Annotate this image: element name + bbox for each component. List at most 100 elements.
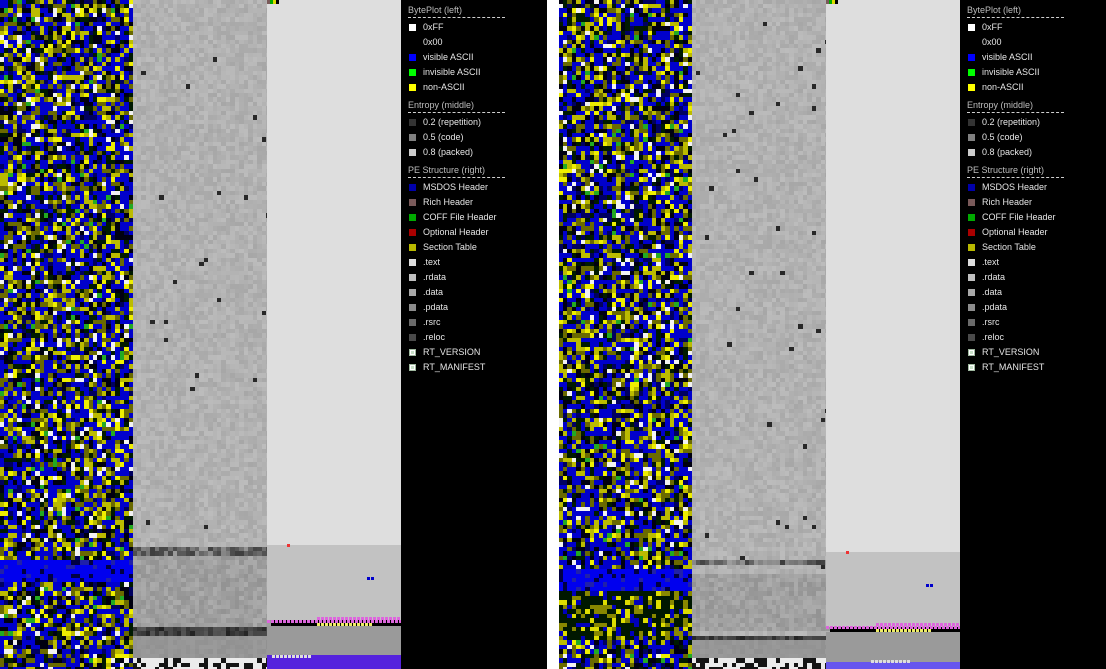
legend-label: RT_VERSION: [982, 347, 1040, 357]
legend-item: MSDOS Header: [402, 180, 547, 195]
legend-label: .text: [423, 257, 441, 267]
legend-label: RT_VERSION: [423, 347, 481, 357]
legend-item: COFF File Header: [402, 210, 547, 225]
legend-label: .data: [423, 287, 444, 297]
legend-section-title: PE Structure (right): [408, 165, 486, 175]
legend-item: 0.5 (code): [961, 130, 1106, 145]
binary-visualization-canvas: [0, 0, 401, 669]
legend-label: 0.2 (repetition): [982, 117, 1041, 127]
legend-label: .rsrc: [423, 317, 441, 327]
legend-label: COFF File Header: [423, 212, 497, 222]
legend-item: Section Table: [402, 240, 547, 255]
legend-swatch-icon: [409, 39, 416, 46]
legend-item: RT_VERSION: [402, 345, 547, 360]
legend-item: 0xFF: [961, 20, 1106, 35]
legend-swatch-icon: [968, 334, 975, 341]
legend-swatch-icon: [968, 69, 975, 76]
legend-label: COFF File Header: [982, 212, 1056, 222]
legend-label: visible ASCII: [982, 52, 1033, 62]
legend: BytePlot (left) 0xFF 0x00 visible ASCII invi…: [402, 0, 547, 669]
legend-item: .pdata: [961, 300, 1106, 315]
legend-label: Rich Header: [982, 197, 1033, 207]
legend-item: 0.2 (repetition): [961, 115, 1106, 130]
legend-swatch-icon: [409, 199, 416, 206]
legend-label: 0.5 (code): [423, 132, 464, 142]
legend-item: 0x00: [402, 35, 547, 50]
legend-label: RT_MANIFEST: [423, 362, 486, 372]
legend-item: .rdata: [961, 270, 1106, 285]
legend-item: visible ASCII: [961, 50, 1106, 65]
legend-item: 0x00: [961, 35, 1106, 50]
legend-swatch-icon: [409, 54, 416, 61]
legend-swatch-icon: [968, 84, 975, 91]
legend-label: .pdata: [423, 302, 449, 312]
legend-section-title: PE Structure (right): [967, 165, 1045, 175]
legend-swatch-icon: [968, 274, 975, 281]
legend-item: 0.8 (packed): [402, 145, 547, 160]
legend-item: .rdata: [402, 270, 547, 285]
legend-label: 0x00: [423, 37, 443, 47]
legend-label: Optional Header: [982, 227, 1048, 237]
legend-label: visible ASCII: [423, 52, 474, 62]
legend-section-title: BytePlot (left): [967, 5, 1022, 15]
legend-label: Section Table: [982, 242, 1036, 252]
legend-item: .rsrc: [402, 315, 547, 330]
legend-item: RT_MANIFEST: [402, 360, 547, 375]
visualization-panel-a: BytePlot (left) 0xFF 0x00 visible ASCII invi…: [0, 0, 547, 669]
legend-item: .reloc: [961, 330, 1106, 345]
legend-item: RT_VERSION: [961, 345, 1106, 360]
legend-label: non-ASCII: [423, 82, 465, 92]
legend-divider: [408, 112, 505, 113]
legend-label: .reloc: [423, 332, 446, 342]
legend-swatch-icon: [409, 319, 416, 326]
legend-label: .text: [982, 257, 1000, 267]
legend: BytePlot (left) 0xFF 0x00 visible ASCII invi…: [961, 0, 1106, 669]
legend-item: invisible ASCII: [402, 65, 547, 80]
legend-swatch-icon: [409, 24, 416, 31]
legend-swatch-icon: [968, 304, 975, 311]
legend-label: 0.5 (code): [982, 132, 1023, 142]
legend-swatch-icon: [409, 259, 416, 266]
legend-label: invisible ASCII: [982, 67, 1040, 77]
legend-item: Rich Header: [402, 195, 547, 210]
legend-swatch-icon: [968, 259, 975, 266]
legend-item: invisible ASCII: [961, 65, 1106, 80]
legend-section-title: BytePlot (left): [408, 5, 463, 15]
legend-label: non-ASCII: [982, 82, 1024, 92]
legend-label: 0.8 (packed): [423, 147, 474, 157]
legend-item: 0.5 (code): [402, 130, 547, 145]
legend-label: .reloc: [982, 332, 1005, 342]
legend-label: 0xFF: [982, 22, 1003, 32]
legend-item: Optional Header: [402, 225, 547, 240]
legend-swatch-icon: [968, 119, 975, 126]
legend-item: non-ASCII: [402, 80, 547, 95]
legend-swatch-icon: [968, 54, 975, 61]
legend-item: Optional Header: [961, 225, 1106, 240]
legend-item: 0.8 (packed): [961, 145, 1106, 160]
legend-item: .reloc: [402, 330, 547, 345]
legend-swatch-icon: [409, 304, 416, 311]
legend-swatch-icon: [409, 134, 416, 141]
legend-swatch-icon: [968, 289, 975, 296]
legend-item: .data: [402, 285, 547, 300]
legend-label: .rsrc: [982, 317, 1000, 327]
legend-item: .rsrc: [961, 315, 1106, 330]
legend-swatch-icon: [968, 24, 975, 31]
legend-divider: [967, 17, 1064, 18]
legend-swatch-icon: [409, 244, 416, 251]
legend-label: MSDOS Header: [982, 182, 1048, 192]
legend-item: 0.2 (repetition): [402, 115, 547, 130]
legend-swatch-icon: [968, 349, 975, 356]
legend-swatch-icon: [968, 214, 975, 221]
legend-label: Optional Header: [423, 227, 489, 237]
legend-item: 0xFF: [402, 20, 547, 35]
legend-label: .rdata: [982, 272, 1006, 282]
legend-item: visible ASCII: [402, 50, 547, 65]
legend-divider: [408, 177, 505, 178]
legend-swatch-icon: [968, 184, 975, 191]
legend-item: non-ASCII: [961, 80, 1106, 95]
legend-item: .text: [402, 255, 547, 270]
legend-swatch-icon: [409, 84, 416, 91]
legend-label: .data: [982, 287, 1003, 297]
legend-item: .pdata: [402, 300, 547, 315]
